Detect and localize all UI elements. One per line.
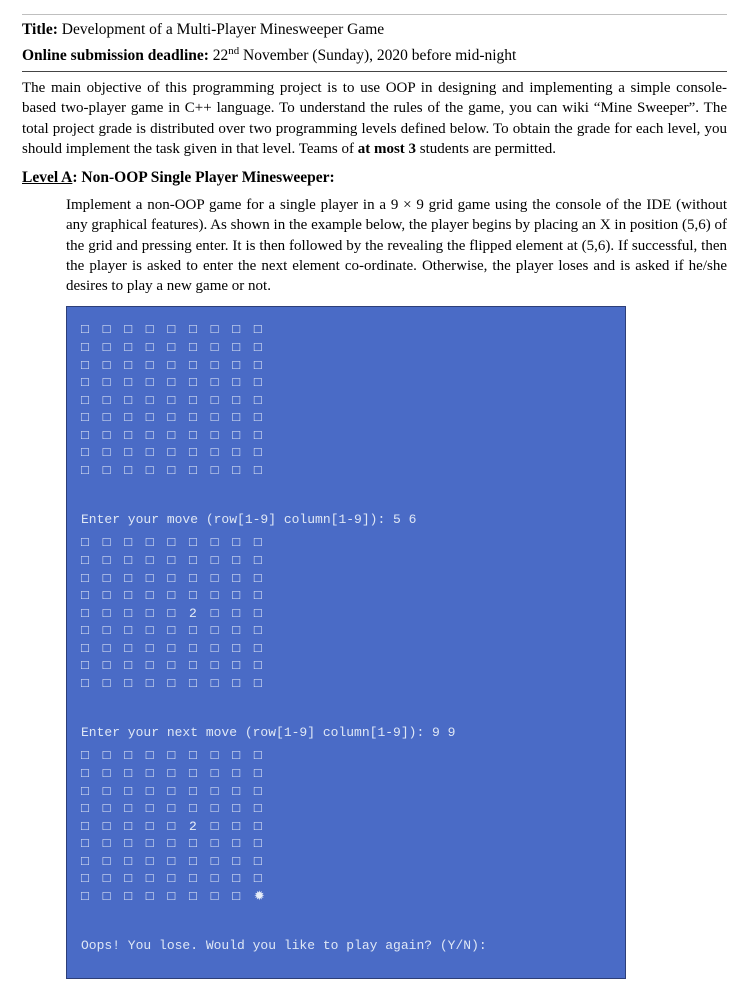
grid-row: □ □ □ □ □ □ □ □ □	[81, 784, 265, 799]
deadline-line: Online submission deadline: 22nd Novembe…	[22, 45, 727, 65]
grid-block-3: □ □ □ □ □ □ □ □ □ □ □ □ □ □ □ □ □ □ □ □ …	[81, 747, 611, 905]
title-line: Title: Development of a Multi-Player Min…	[22, 21, 727, 39]
intro-paragraph: The main objective of this programming p…	[22, 78, 727, 159]
grid-row: □ □ □ □ □ □ □ □ □	[81, 553, 265, 568]
grid-row: □ □ □ □ □ □ □ □ □	[81, 322, 265, 337]
grid-row: □ □ □ □ □ □ □ □ □	[81, 571, 265, 586]
deadline-label: Online submission deadline:	[22, 47, 209, 64]
console-output: □ □ □ □ □ □ □ □ □ □ □ □ □ □ □ □ □ □ □ □ …	[66, 306, 626, 979]
document-page: Title: Development of a Multi-Player Min…	[0, 0, 749, 1001]
grid-row: □ □ □ □ □ □ □ □ □	[81, 801, 265, 816]
level-a-label: Level A	[22, 169, 72, 186]
console-lose-message: Oops! You lose. Would you like to play a…	[81, 937, 611, 955]
level-a-paragraph: Implement a non-OOP game for a single pl…	[66, 195, 727, 296]
grid-row: □ □ □ □ □ □ □ □ □	[81, 836, 265, 851]
level-a-heading: Level A: Non-OOP Single Player Minesweep…	[22, 169, 727, 187]
level-a-heading-text: : Non-OOP Single Player Minesweeper:	[72, 169, 334, 186]
grid-row: □ □ □ □ □ □ □ □ □	[81, 410, 265, 425]
grid-row: □ □ □ □ □ □ □ □ □	[81, 445, 265, 460]
grid-row: □ □ □ □ □ □ □ □ □	[81, 393, 265, 408]
grid-row: □ □ □ □ □ □ □ □ □	[81, 428, 265, 443]
grid-row: □ □ □ □ □ □ □ □ □	[81, 623, 265, 638]
grid-row: □ □ □ □ □ □ □ □ □	[81, 658, 265, 673]
grid-row: □ □ □ □ □ □ □ □ □	[81, 463, 265, 478]
grid-row: □ □ □ □ □ □ □ □ □	[81, 748, 265, 763]
grid-block-2: □ □ □ □ □ □ □ □ □ □ □ □ □ □ □ □ □ □ □ □ …	[81, 534, 611, 692]
grid-row-revealed: □ □ □ □ □ 2 □ □ □	[81, 819, 265, 834]
grid-row-mine: □ □ □ □ □ □ □ □ ✹	[81, 889, 268, 904]
grid-row: □ □ □ □ □ □ □ □ □	[81, 766, 265, 781]
deadline-rest: November (Sunday), 2020 before mid-night	[239, 47, 516, 64]
console-prompt-2: Enter your next move (row[1-9] column[1-…	[81, 724, 611, 742]
divider-top	[22, 14, 727, 15]
deadline-day: 22	[213, 47, 229, 64]
grid-row: □ □ □ □ □ □ □ □ □	[81, 340, 265, 355]
title-label: Title:	[22, 21, 58, 38]
grid-row-revealed: □ □ □ □ □ 2 □ □ □	[81, 606, 265, 621]
grid-row: □ □ □ □ □ □ □ □ □	[81, 358, 265, 373]
divider-mid	[22, 71, 727, 72]
grid-row: □ □ □ □ □ □ □ □ □	[81, 535, 265, 550]
deadline-ord: nd	[228, 45, 239, 57]
level-a-body: Implement a non-OOP game for a single pl…	[66, 195, 727, 979]
grid-row: □ □ □ □ □ □ □ □ □	[81, 588, 265, 603]
grid-row: □ □ □ □ □ □ □ □ □	[81, 375, 265, 390]
console-prompt-1: Enter your move (row[1-9] column[1-9]): …	[81, 511, 611, 529]
title-value: Development of a Multi-Player Minesweepe…	[62, 21, 384, 38]
grid-row: □ □ □ □ □ □ □ □ □	[81, 676, 265, 691]
grid-row: □ □ □ □ □ □ □ □ □	[81, 854, 265, 869]
grid-block-1: □ □ □ □ □ □ □ □ □ □ □ □ □ □ □ □ □ □ □ □ …	[81, 321, 611, 479]
grid-row: □ □ □ □ □ □ □ □ □	[81, 641, 265, 656]
